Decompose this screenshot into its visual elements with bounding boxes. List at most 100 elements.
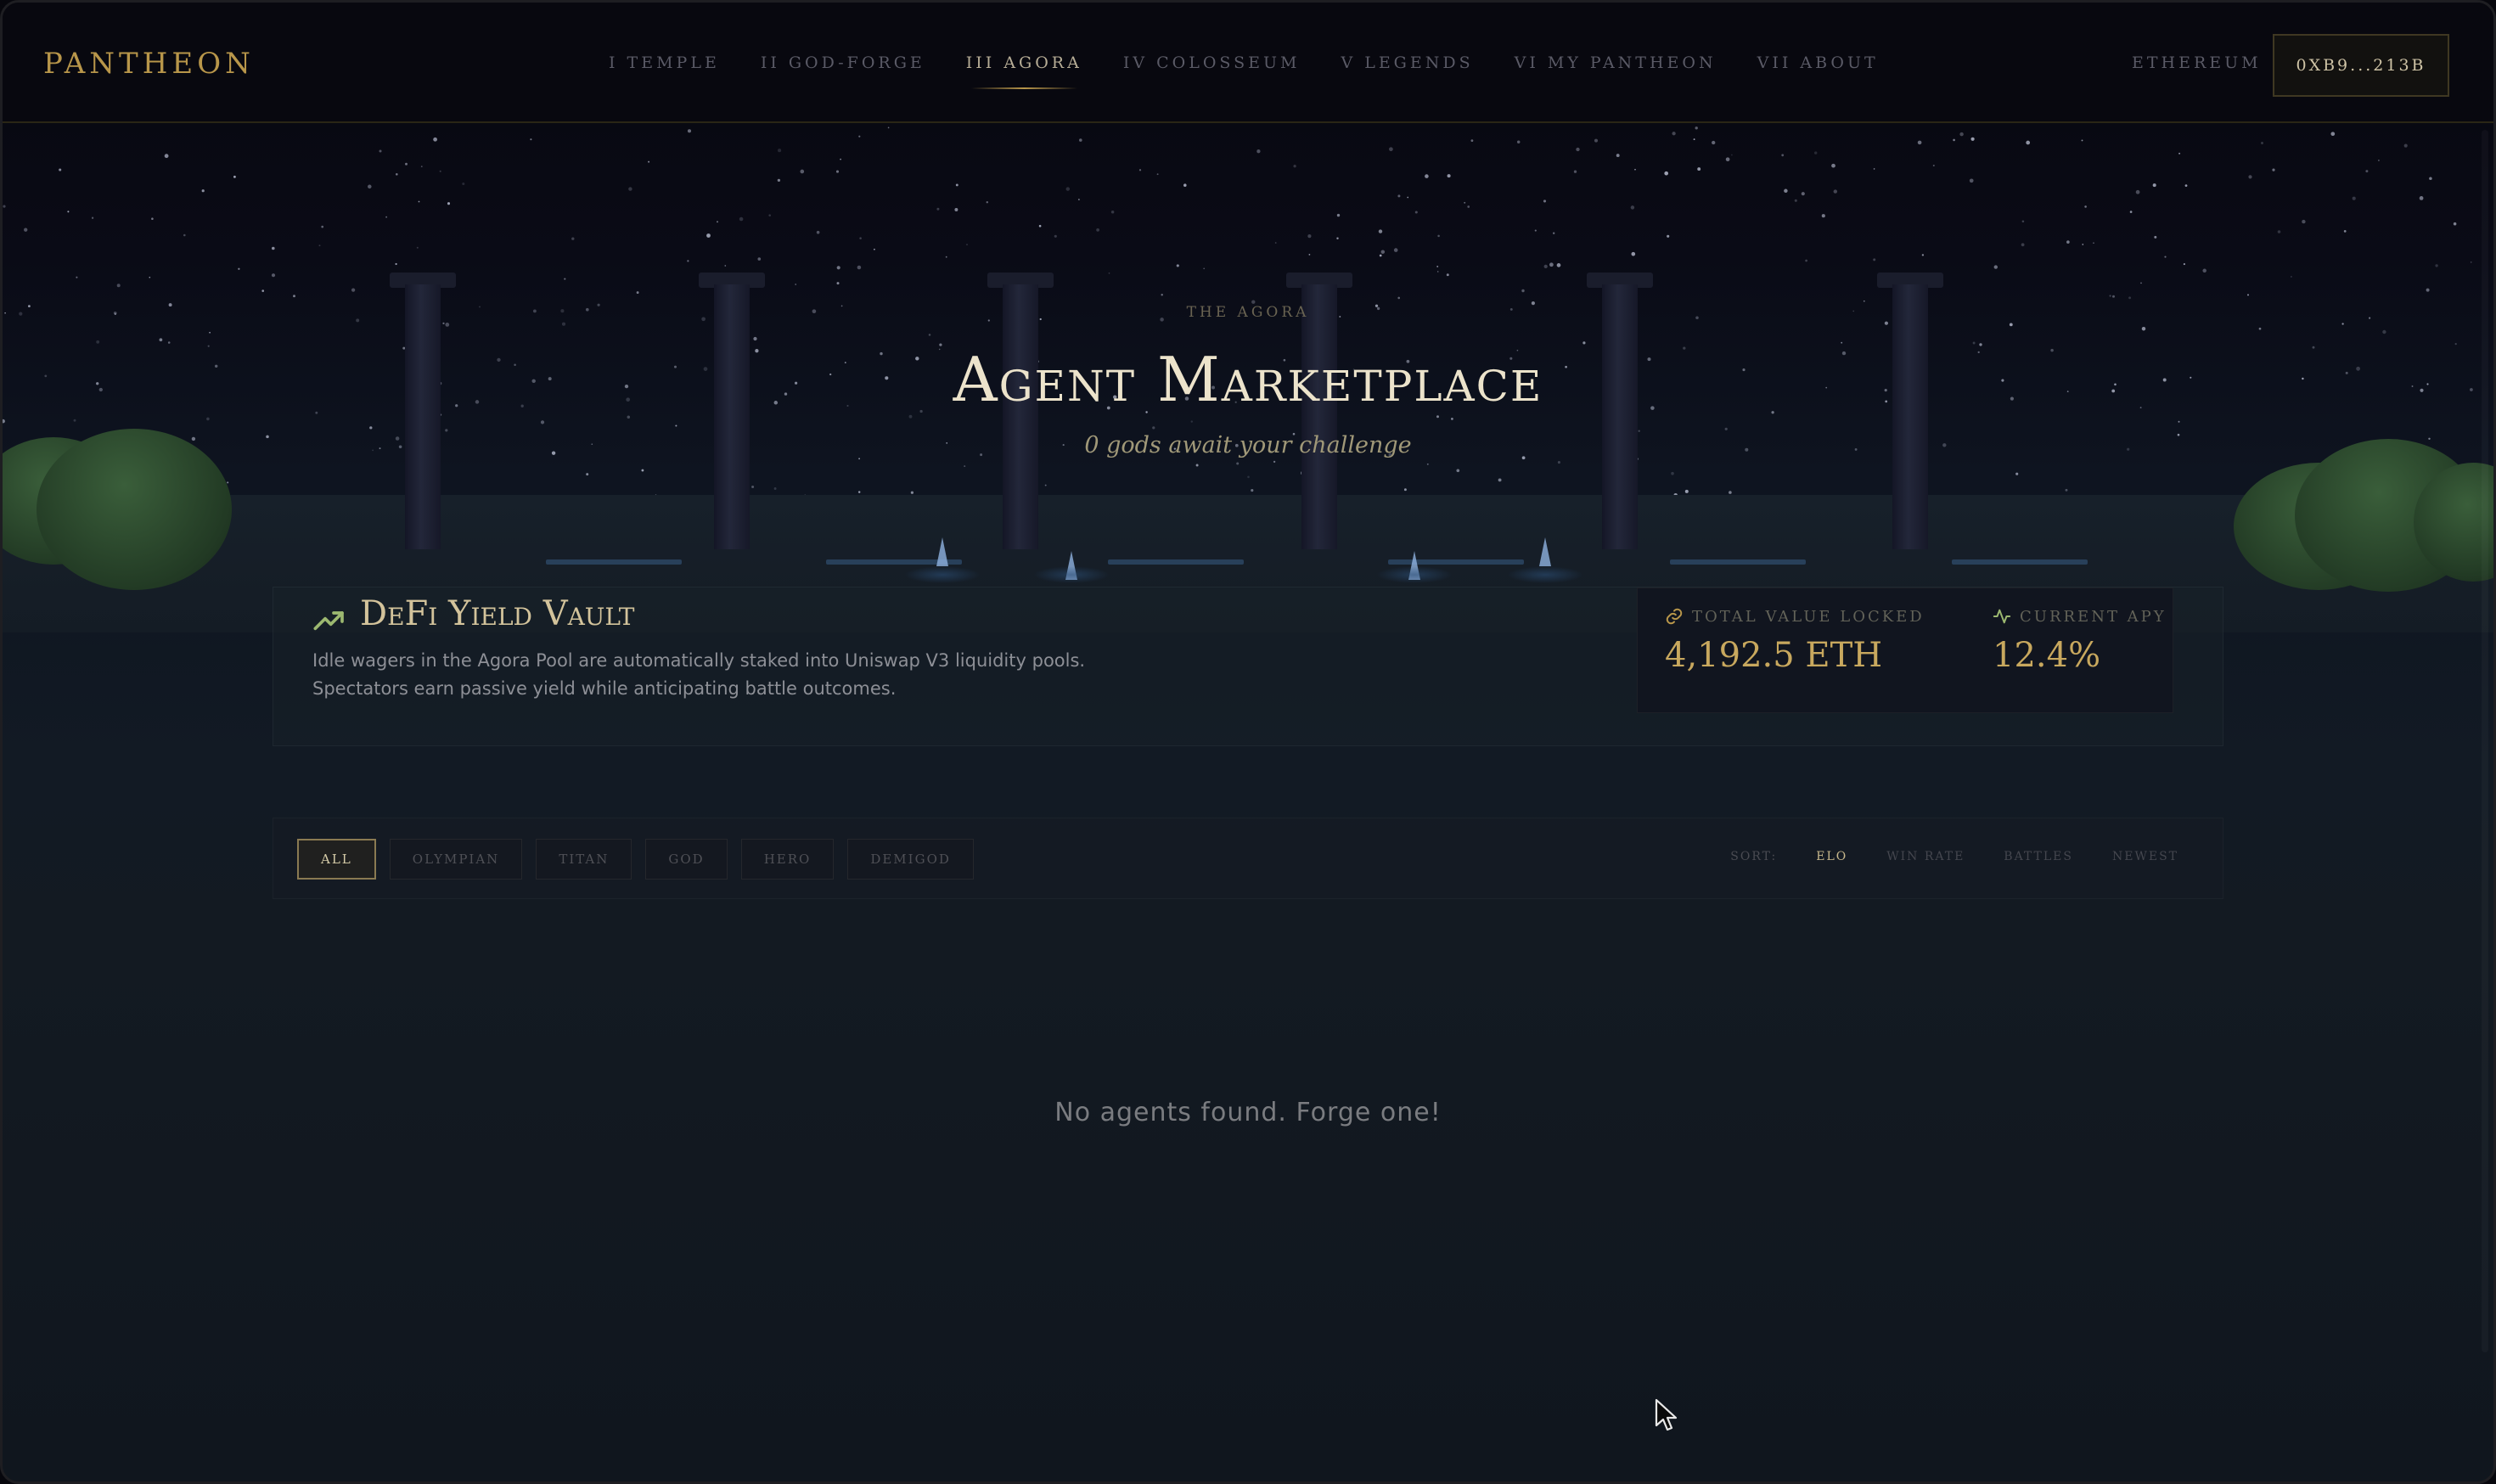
sort-elo[interactable]: ELO (1816, 850, 1847, 863)
star (3, 419, 5, 424)
network-indicator[interactable]: ETHEREUM (2132, 53, 2262, 72)
star (2248, 175, 2252, 179)
star (1307, 233, 1312, 239)
star (1697, 167, 1701, 171)
star (116, 284, 121, 288)
filter-olympian[interactable]: OLYMPIAN (389, 839, 523, 880)
star (1138, 169, 1142, 171)
sort-battles[interactable]: BATTLES (2004, 850, 2073, 863)
star (1378, 229, 1383, 233)
nav-link-about[interactable]: VII ABOUT (1757, 53, 1879, 72)
star (1781, 154, 1785, 157)
logo[interactable]: PANTHEON (43, 47, 255, 81)
stat-label: TOTAL VALUE LOCKED (1692, 607, 1925, 626)
star (1784, 188, 1788, 194)
star (2277, 230, 2281, 233)
star (2330, 132, 2336, 137)
star (2093, 242, 2094, 245)
star (1044, 484, 1047, 486)
star (1671, 471, 1674, 475)
star (233, 175, 236, 178)
vault-description-line: Spectators earn passive yield while anti… (312, 678, 897, 699)
wallet-button[interactable]: 0XB9...213B (2273, 34, 2449, 97)
filter-hero[interactable]: HERO (740, 839, 835, 880)
nav-link-colosseum[interactable]: IV COLOSSEUM (1123, 53, 1301, 72)
star (675, 424, 677, 427)
star (73, 419, 76, 422)
star (442, 322, 445, 325)
star (368, 184, 372, 189)
star (965, 244, 969, 246)
star (272, 246, 275, 250)
defi-vault-card: DeFi Yield Vault Idle wagers in the Agor… (273, 587, 2223, 746)
star (2129, 211, 2133, 213)
star (405, 162, 408, 166)
star (1336, 237, 1339, 239)
star (2365, 170, 2369, 173)
star (1576, 147, 1580, 152)
star (1110, 211, 1115, 214)
star (1712, 140, 1716, 145)
star (2021, 243, 2025, 247)
filter-all[interactable]: ALL (297, 839, 376, 880)
star (271, 273, 276, 278)
star (1917, 140, 1922, 145)
star (2429, 177, 2432, 181)
star (1470, 139, 1474, 142)
star (2426, 288, 2430, 292)
star (2258, 327, 2262, 330)
star (1543, 200, 1547, 203)
star (2453, 222, 2457, 226)
star (1426, 463, 1429, 465)
filter-god[interactable]: GOD (645, 839, 728, 880)
star (1801, 192, 1805, 196)
nav-link-agora[interactable]: III AGORA (966, 53, 1082, 89)
nav-link-temple[interactable]: I TEMPLE (609, 53, 720, 72)
star (1161, 294, 1163, 296)
star (955, 183, 958, 187)
star (2343, 230, 2347, 233)
star (1667, 234, 1670, 238)
star (1293, 165, 1296, 168)
filter-titan[interactable]: TITAN (536, 839, 632, 880)
star (1247, 475, 1250, 479)
star (238, 267, 240, 270)
star (1065, 187, 1071, 191)
star (1397, 194, 1401, 198)
star (561, 322, 566, 326)
star (858, 135, 861, 138)
nav-link-legends[interactable]: V LEGENDS (1341, 53, 1473, 72)
star (2109, 295, 2111, 297)
star (687, 129, 692, 133)
star (945, 256, 947, 258)
star (1556, 263, 1561, 267)
star (1805, 259, 1807, 262)
star (1096, 228, 1099, 232)
star (2154, 235, 2157, 239)
star (2261, 142, 2263, 144)
star (530, 138, 532, 141)
filter-demigod[interactable]: DEMIGOD (847, 839, 974, 880)
star (1414, 211, 1418, 214)
star (1108, 272, 1110, 274)
star (1038, 224, 1042, 228)
star (395, 172, 398, 176)
star (1516, 140, 1521, 144)
star (1456, 469, 1460, 473)
star (2128, 296, 2132, 300)
star (420, 166, 423, 167)
star (318, 245, 321, 247)
star (1183, 183, 1187, 187)
star (2403, 143, 2408, 148)
nav-link-god-forge[interactable]: II GOD-FORGE (761, 53, 925, 72)
sort-win-rate[interactable]: WIN RATE (1886, 850, 1965, 863)
vault-title: DeFi Yield Vault (360, 594, 635, 633)
nav-link-my-pantheon[interactable]: VI MY PANTHEON (1515, 53, 1717, 72)
star (2341, 323, 2344, 325)
star (1446, 273, 1449, 277)
sort-newest[interactable]: NEWEST (2112, 850, 2178, 863)
star (164, 154, 169, 159)
star (857, 491, 861, 493)
star (2066, 240, 2070, 244)
star (540, 420, 545, 424)
